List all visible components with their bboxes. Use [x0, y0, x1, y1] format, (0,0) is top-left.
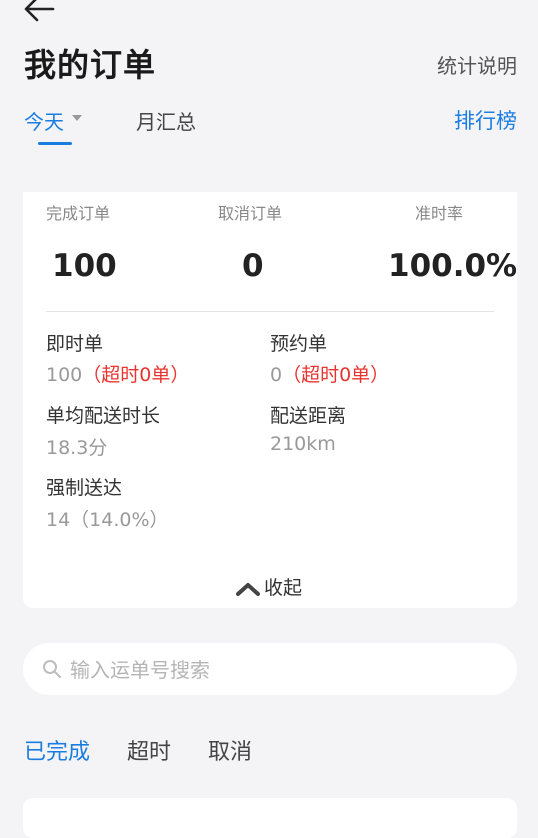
- reserve-orders-label: 预约单: [270, 333, 328, 355]
- completed-orders-value: 100: [52, 248, 117, 284]
- filter-tab-overtime[interactable]: 超时: [127, 734, 171, 766]
- cancelled-orders-value: 0: [242, 248, 264, 284]
- avg-delivery-time-label: 单均配送时长: [46, 405, 161, 427]
- ontime-rate-value: 100.0%: [388, 248, 518, 284]
- forced-delivery-value: 14（14.0%）: [46, 509, 169, 531]
- forced-delivery-label: 强制送达: [46, 477, 123, 499]
- tab-monthly-summary[interactable]: 月汇总: [136, 106, 196, 135]
- instant-orders-value: 100（超时0单）: [46, 364, 190, 386]
- reserve-orders-value: 0（超时0单）: [270, 364, 390, 386]
- ranking-link[interactable]: 排行榜: [454, 105, 517, 135]
- back-arrow-icon[interactable]: [22, 0, 56, 24]
- completed-orders-label: 完成订单: [46, 204, 111, 223]
- search-icon: [43, 660, 61, 678]
- delivery-distance-label: 配送距离: [270, 405, 347, 427]
- instant-overtime-count: （超时0单）: [82, 364, 190, 386]
- filter-tab-completed[interactable]: 已完成: [24, 734, 90, 766]
- avg-delivery-time-value: 18.3分: [46, 437, 108, 459]
- order-list-card: [23, 798, 517, 838]
- collapse-button[interactable]: 收起: [0, 573, 538, 600]
- reserve-overtime-count: （超时0单）: [282, 364, 390, 386]
- cancelled-orders-label: 取消订单: [218, 204, 283, 223]
- summary-divider: [46, 311, 494, 312]
- ontime-rate-label: 准时率: [415, 204, 464, 223]
- collapse-label: 收起: [263, 577, 302, 599]
- delivery-distance-value: 210km: [270, 433, 336, 455]
- page-title: 我的订单: [24, 46, 157, 84]
- dropdown-caret-icon[interactable]: [72, 115, 82, 121]
- stats-help-link[interactable]: 统计说明: [437, 50, 517, 79]
- instant-orders-label: 即时单: [46, 333, 104, 355]
- tab-active-indicator: [38, 142, 72, 145]
- chevron-up-icon: [235, 582, 260, 596]
- filter-tab-cancelled[interactable]: 取消: [208, 734, 252, 766]
- waybill-search-input[interactable]: [70, 655, 490, 685]
- tab-today[interactable]: 今天: [24, 106, 64, 135]
